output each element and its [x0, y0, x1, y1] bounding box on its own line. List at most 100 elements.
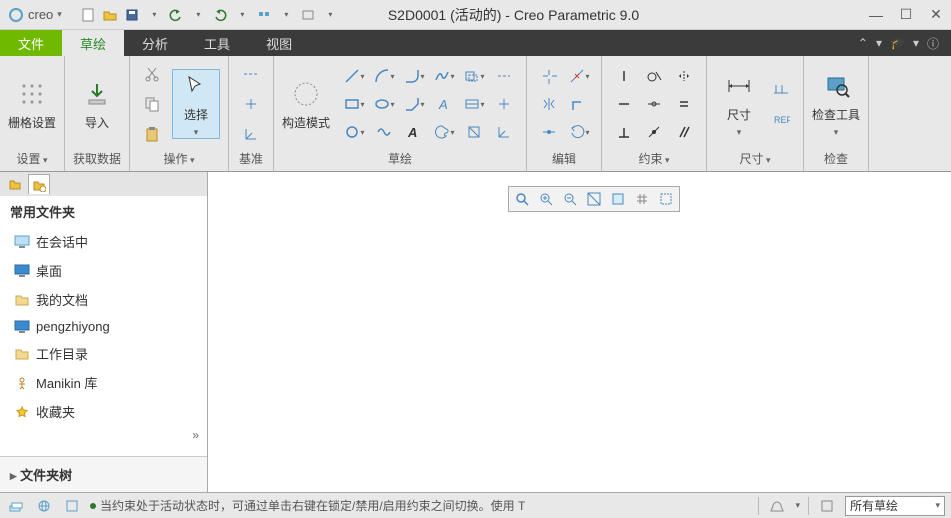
- coord-icon[interactable]: [237, 121, 265, 147]
- regen-dd-icon[interactable]: [276, 5, 296, 25]
- redo-icon[interactable]: [210, 5, 230, 25]
- construct-mode-button[interactable]: 构造模式: [282, 69, 330, 139]
- zoom-out-icon[interactable]: [559, 189, 581, 209]
- side-item-favorites[interactable]: 收藏夹: [0, 397, 207, 426]
- import-button[interactable]: 导入: [73, 69, 121, 139]
- equal-icon[interactable]: [670, 91, 698, 117]
- redo-dd-icon[interactable]: [232, 5, 252, 25]
- point2-icon[interactable]: [490, 91, 518, 117]
- grid-toggle-icon[interactable]: [631, 189, 653, 209]
- ribbon-group-dim-label[interactable]: 尺寸: [739, 148, 770, 169]
- ref-icon[interactable]: [655, 189, 677, 209]
- divide-icon[interactable]: [535, 119, 563, 145]
- parallel-icon[interactable]: [670, 119, 698, 145]
- undo-dd-icon[interactable]: [188, 5, 208, 25]
- symmetric-icon[interactable]: [670, 63, 698, 89]
- tab-sketch[interactable]: 草绘: [62, 30, 124, 56]
- help-dd-icon[interactable]: ▾: [876, 36, 882, 50]
- point-icon[interactable]: [237, 91, 265, 117]
- regen-icon[interactable]: [254, 5, 274, 25]
- status-layers-icon[interactable]: [6, 497, 26, 515]
- status-web-icon[interactable]: [34, 497, 54, 515]
- paste-icon[interactable]: [138, 121, 166, 147]
- shading-icon[interactable]: [607, 189, 629, 209]
- find-icon[interactable]: [767, 497, 787, 515]
- save-icon[interactable]: [122, 5, 142, 25]
- side-more-icon[interactable]: »: [0, 426, 207, 444]
- select-button[interactable]: 选择 ▾: [172, 69, 220, 139]
- perpendicular-icon[interactable]: [610, 119, 638, 145]
- horizontal-icon[interactable]: [610, 91, 638, 117]
- window-icon[interactable]: [298, 5, 318, 25]
- circle-tool-icon[interactable]: [340, 119, 368, 145]
- tangent-icon[interactable]: [640, 63, 668, 89]
- side-item-mydocs[interactable]: 我的文档: [0, 285, 207, 314]
- info-icon[interactable]: ⓘ: [927, 35, 939, 52]
- undo-icon[interactable]: [166, 5, 186, 25]
- inspect-button[interactable]: 检查工具 ▾: [812, 69, 860, 139]
- copy-icon[interactable]: [138, 91, 166, 117]
- save-dd-icon[interactable]: [144, 5, 164, 25]
- collapse-ribbon-icon[interactable]: ⌃: [858, 36, 868, 50]
- thicken-tool-icon[interactable]: [460, 91, 488, 117]
- window-dd-icon[interactable]: [320, 5, 340, 25]
- side-item-desktop[interactable]: 桌面: [0, 256, 207, 285]
- text-tool-icon[interactable]: A: [430, 91, 458, 117]
- repaint-icon[interactable]: [583, 189, 605, 209]
- tab-file[interactable]: 文件: [0, 30, 62, 56]
- close-button[interactable]: ✕: [921, 1, 951, 29]
- ribbon-group-operate-label[interactable]: 操作: [163, 148, 194, 169]
- learn-icon[interactable]: 🎓: [890, 36, 905, 50]
- corner-icon[interactable]: [565, 91, 593, 117]
- cut-icon[interactable]: [138, 61, 166, 87]
- palette-icon[interactable]: [430, 119, 458, 145]
- delete-seg-icon[interactable]: [565, 63, 593, 89]
- side-item-workdir[interactable]: 工作目录: [0, 339, 207, 368]
- offset-tool-icon[interactable]: [460, 63, 488, 89]
- side-item-manikin[interactable]: Manikin 库: [0, 368, 207, 397]
- canvas[interactable]: [208, 172, 951, 492]
- mirror-icon[interactable]: [535, 91, 563, 117]
- fillet-tool-icon[interactable]: [400, 63, 428, 89]
- maximize-button[interactable]: ☐: [891, 1, 921, 29]
- find-dd-icon[interactable]: ▾: [795, 500, 800, 511]
- status-select-icon[interactable]: [62, 497, 82, 515]
- vertical-icon[interactable]: [610, 63, 638, 89]
- tab-view[interactable]: 视图: [248, 30, 310, 56]
- tab-tools[interactable]: 工具: [186, 30, 248, 56]
- rect-tool-icon[interactable]: [340, 91, 368, 117]
- midpoint-icon[interactable]: [640, 91, 668, 117]
- ref-dim-icon[interactable]: REF: [767, 106, 795, 132]
- side-tab-tree-icon[interactable]: [4, 174, 26, 194]
- chamfer-tool-icon[interactable]: [400, 91, 428, 117]
- centerline2-icon[interactable]: [490, 63, 518, 89]
- filter-combo[interactable]: 所有草绘 ▾: [845, 496, 945, 516]
- zoom-in-icon[interactable]: [535, 189, 557, 209]
- selection-filter-icon[interactable]: [817, 497, 837, 515]
- project-tool-icon[interactable]: [460, 119, 488, 145]
- trim-icon[interactable]: [535, 63, 563, 89]
- coincident-icon[interactable]: [640, 119, 668, 145]
- coord2-icon[interactable]: [490, 119, 518, 145]
- line-tool-icon[interactable]: [340, 63, 368, 89]
- spline-tool-icon[interactable]: [430, 63, 458, 89]
- side-item-session[interactable]: 在会话中: [0, 227, 207, 256]
- new-icon[interactable]: [78, 5, 98, 25]
- arc-tool-icon[interactable]: [370, 63, 398, 89]
- grid-settings-button[interactable]: 栅格设置: [8, 69, 56, 139]
- folder-tree-expander[interactable]: 文件夹树: [0, 456, 207, 492]
- ribbon-group-grid-label[interactable]: 设置: [16, 148, 47, 169]
- rotate-resize-icon[interactable]: [565, 119, 593, 145]
- ellipse-tool-icon[interactable]: [370, 91, 398, 117]
- learn-dd-icon[interactable]: ▾: [913, 36, 919, 50]
- zoom-fit-icon[interactable]: [511, 189, 533, 209]
- dimension-button[interactable]: 尺寸 ▾: [715, 69, 763, 139]
- spline2-icon[interactable]: [370, 119, 398, 145]
- text2-icon[interactable]: A: [400, 119, 428, 145]
- ribbon-group-constraint-label[interactable]: 约束: [638, 148, 669, 169]
- side-item-computer[interactable]: pengzhiyong: [0, 314, 207, 339]
- baseline-dim-icon[interactable]: [767, 76, 795, 102]
- centerline-icon[interactable]: [237, 61, 265, 87]
- minimize-button[interactable]: —: [861, 1, 891, 29]
- tab-analysis[interactable]: 分析: [124, 30, 186, 56]
